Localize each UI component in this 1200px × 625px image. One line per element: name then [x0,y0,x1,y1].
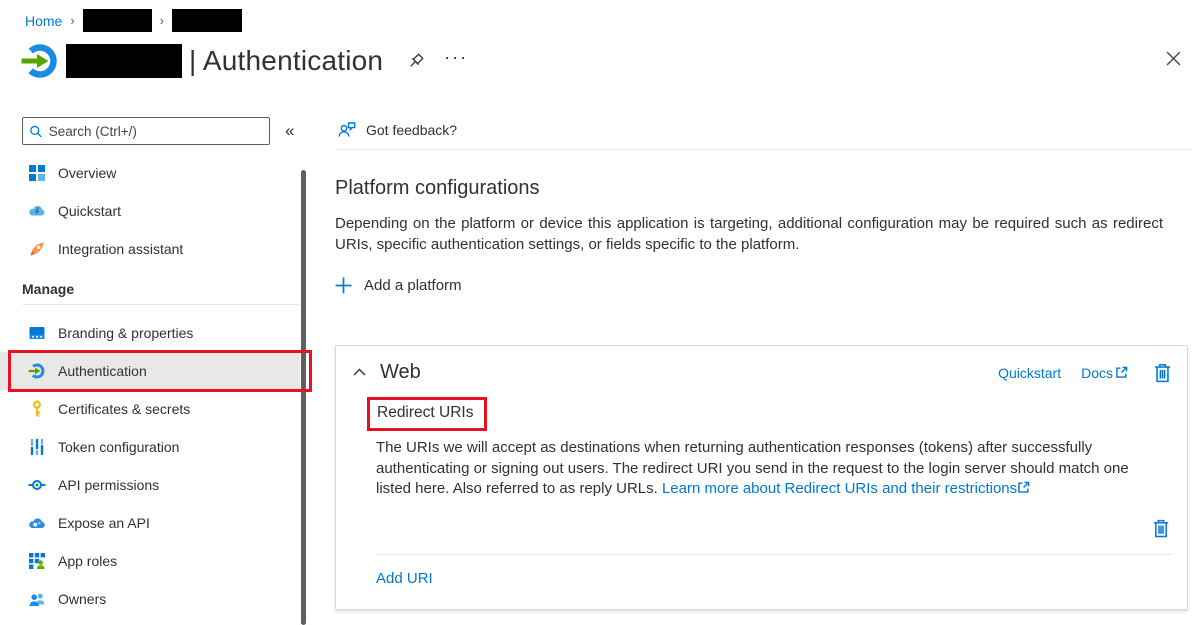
breadcrumb-home-link[interactable]: Home [25,13,62,29]
sidebar-item-label: Branding & properties [58,325,193,341]
card-title-web: Web [380,361,421,384]
got-feedback-button[interactable]: Got feedback? [335,116,463,144]
sidebar-item-label: Integration assistant [58,241,183,257]
add-uri-link[interactable]: Add URI [376,570,433,587]
collapse-sidebar-button[interactable]: « [285,121,294,141]
delete-uri-button[interactable] [1151,518,1171,539]
collapse-card-button[interactable] [353,368,366,377]
sidebar-scrollbar[interactable] [301,170,306,625]
sidebar-item-label: Quickstart [58,203,121,219]
sidebar-item-label: Authentication [58,363,147,379]
docs-link[interactable]: Docs [1081,365,1128,381]
chevron-right-icon: › [70,13,74,28]
sidebar-item-integration-assistant[interactable]: Integration assistant [0,230,300,268]
feedback-icon [337,120,357,140]
redirect-uri-row [336,500,1187,555]
learn-more-link[interactable]: Learn more about Redirect URIs and their… [662,480,1017,497]
redirect-uris-heading: Redirect URIs [367,397,487,431]
rocket-icon [28,240,46,258]
quickstart-link[interactable]: Quickstart [998,365,1061,381]
page-title: | Authentication [189,45,383,77]
authentication-icon [28,362,46,380]
plus-icon [335,277,352,294]
quickstart-icon [28,202,46,220]
sidebar-item-label: Certificates & secrets [58,401,190,417]
sidebar-item-branding-properties[interactable]: Branding & properties [0,314,300,352]
main-content: Got feedback? Platform configurations De… [335,110,1193,621]
sidebar-item-owners[interactable]: Owners [0,580,300,618]
sidebar-item-label: App roles [58,553,117,569]
key-icon [28,400,46,418]
docs-link-label: Docs [1081,365,1113,381]
sidebar-item-label: Overview [58,165,116,181]
sidebar-section-manage: Manage [0,274,300,304]
sidebar: « Overview Quickstart Integration assist… [0,110,316,621]
got-feedback-label: Got feedback? [366,122,457,138]
overview-icon [28,164,46,182]
sidebar-nav: Overview Quickstart Integration assistan… [0,154,300,618]
divider [376,554,1173,555]
sidebar-item-certificates-secrets[interactable]: Certificates & secrets [0,390,300,428]
trash-icon [1151,518,1171,539]
web-platform-card: Web Quickstart Docs [335,345,1188,610]
add-platform-label: Add a platform [364,277,462,294]
sidebar-item-label: API permissions [58,477,159,493]
sidebar-item-label: Expose an API [58,515,150,531]
trash-icon [1152,362,1173,384]
search-icon [29,124,43,139]
page-header: | Authentication ··· [20,41,468,81]
close-button[interactable] [1165,50,1182,72]
platform-configurations-description: Depending on the platform or device this… [335,213,1163,255]
chevron-up-icon [353,368,366,377]
redacted-app-name [66,44,182,78]
redacted-breadcrumb-1 [83,9,152,32]
platform-configurations-title: Platform configurations [335,177,1193,200]
sidebar-item-label: Token configuration [58,439,179,455]
app-roles-icon [28,552,46,570]
redacted-breadcrumb-2 [172,9,242,32]
add-platform-button[interactable]: Add a platform [335,277,462,294]
command-bar: Got feedback? [335,110,1193,150]
owners-icon [28,590,46,608]
sidebar-item-quickstart[interactable]: Quickstart [0,192,300,230]
delete-platform-button[interactable] [1152,362,1173,384]
sidebar-item-overview[interactable]: Overview [0,154,300,192]
search-box [22,117,270,145]
cloud-api-icon [28,514,46,532]
sidebar-item-token-configuration[interactable]: Token configuration [0,428,300,466]
close-icon [1165,50,1182,67]
external-link-icon [1017,481,1030,494]
redirect-uris-description: The URIs we will accept as destinations … [376,438,1166,500]
pin-button[interactable] [405,51,426,72]
chevron-right-icon: › [160,13,164,28]
sidebar-item-app-roles[interactable]: App roles [0,542,300,580]
sidebar-item-label: Owners [58,591,106,607]
browser-window-icon [28,324,46,342]
api-permissions-icon [28,476,46,494]
sidebar-item-authentication[interactable]: Authentication [0,352,300,390]
sidebar-item-api-permissions[interactable]: API permissions [0,466,300,504]
sliders-icon [28,438,46,456]
search-input[interactable] [49,124,263,139]
more-options-button[interactable]: ··· [444,52,468,70]
pin-icon [405,51,426,72]
app-registration-icon [20,41,60,81]
external-link-icon [1115,366,1128,379]
breadcrumb: Home › › [25,9,242,32]
sidebar-item-expose-an-api[interactable]: Expose an API [0,504,300,542]
